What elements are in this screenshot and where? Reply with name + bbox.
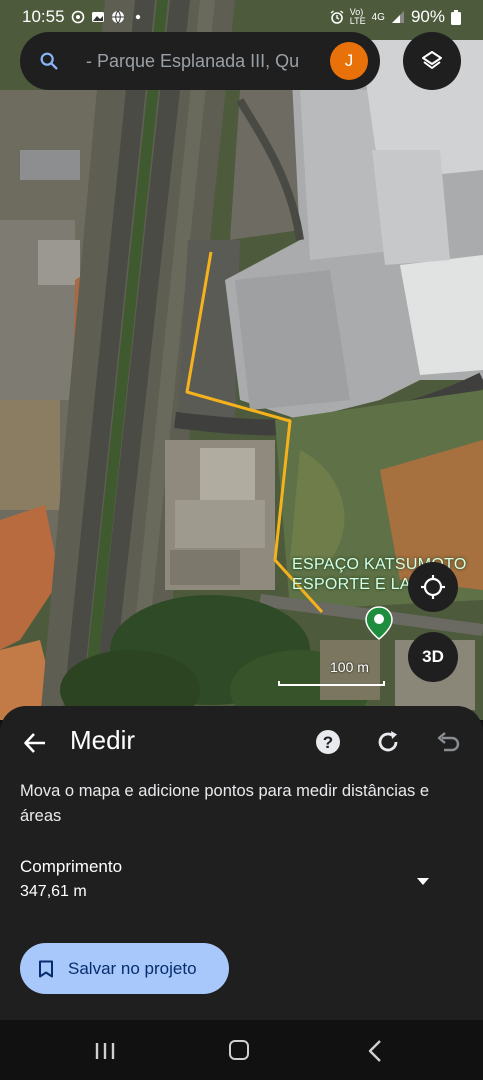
network-type: 4G (371, 11, 385, 23)
layers-icon (422, 51, 442, 69)
satellite-imagery (0, 0, 483, 720)
scale-label: 100 m (330, 659, 369, 675)
status-time: 10:55 (22, 7, 65, 26)
arrow-back-icon (24, 733, 45, 753)
length-value: 347,61 m (20, 883, 87, 900)
system-nav-bar (0, 1020, 483, 1080)
alarm-icon (330, 10, 344, 24)
undo-icon[interactable] (434, 728, 462, 756)
units-dropdown-icon[interactable] (412, 870, 434, 892)
crosshair-icon (421, 575, 445, 599)
battery-percent: 90% (410, 7, 445, 26)
account-avatar[interactable]: J (330, 42, 368, 80)
measure-instructions: Mova o mapa e adicione pontos para medir… (20, 782, 430, 825)
layers-button[interactable] (403, 32, 461, 90)
back-button[interactable] (20, 728, 50, 758)
help-icon[interactable]: ? (314, 728, 342, 756)
recent-apps-icon[interactable] (94, 1042, 116, 1060)
3d-view-button[interactable]: 3D (408, 632, 458, 682)
status-bar: 10:55 Vo) LTE 4G 90% (0, 0, 483, 34)
search-query-text[interactable]: - Parque Esplanada III, Qu (86, 51, 322, 72)
network-bottom: LTE (349, 16, 366, 26)
signal-icon (391, 11, 404, 23)
avatar-letter: J (344, 51, 354, 70)
svg-text:?: ? (323, 733, 333, 752)
globe-icon (111, 10, 124, 24)
scale-bar (278, 681, 385, 686)
save-label: Salvar no projeto (68, 958, 197, 978)
reset-icon[interactable] (374, 728, 402, 756)
home-icon[interactable] (229, 1040, 249, 1060)
back-icon[interactable] (367, 1039, 383, 1063)
save-to-project-button[interactable]: Salvar no projeto (20, 943, 229, 994)
whatsapp-icon (71, 10, 84, 24)
my-location-button[interactable] (408, 562, 458, 612)
image-icon (91, 12, 104, 22)
battery-icon (451, 9, 461, 25)
place-pin-icon[interactable] (365, 606, 393, 640)
search-icon[interactable] (38, 50, 60, 72)
dot-icon (135, 14, 140, 20)
network-indicator: Vo) LTE (350, 8, 366, 26)
satellite-map[interactable]: ESPAÇO KATSUMOTO ESPORTE E LAZ 3D 100 m (0, 0, 483, 720)
measure-sheet: Medir ? Mova o mapa e adicione pontos pa… (0, 706, 483, 1020)
sheet-title: Medir (70, 725, 136, 755)
search-bar[interactable]: - Parque Esplanada III, Qu J (20, 32, 380, 90)
length-label: Comprimento (20, 857, 123, 876)
3d-label: 3D (422, 647, 444, 666)
bookmark-icon (39, 960, 53, 977)
